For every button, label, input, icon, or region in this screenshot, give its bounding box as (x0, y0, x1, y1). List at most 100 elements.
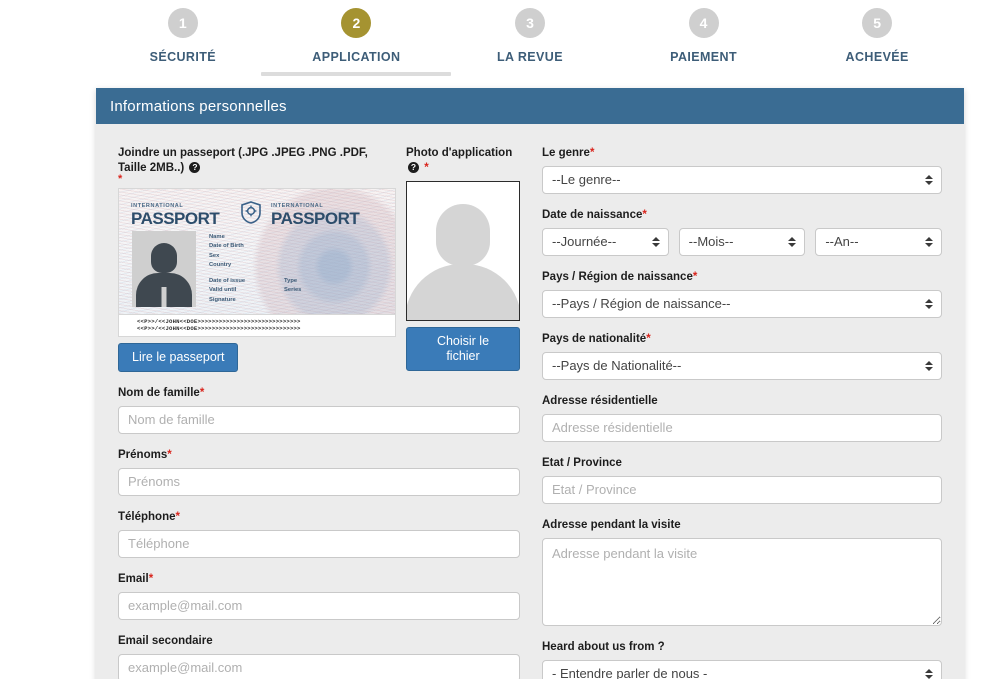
telephone-input[interactable] (118, 529, 520, 558)
step-application[interactable]: 2 APPLICATION (261, 0, 452, 88)
year-select-wrap: --An-- (815, 227, 943, 256)
label-text: Adresse résidentielle (542, 394, 658, 407)
field-adresse-residentielle: Adresse résidentielle (542, 394, 942, 442)
field-email-secondaire: Email secondaire (118, 634, 520, 679)
passport-field-labels-primary: Name Date of Birth Sex Country (209, 233, 244, 271)
progress-stepper: 1 SÉCURITÉ 2 APPLICATION 3 LA REVUE 4 PA… (96, 0, 964, 88)
step-label: ACHEVÉE (845, 50, 909, 64)
le-genre-select[interactable]: --Le genre-- (542, 165, 942, 194)
step-number-circle: 1 (167, 8, 198, 38)
etat-province-input[interactable] (542, 475, 942, 504)
date-of-birth-selects: --Journée-- --Mois-- --An-- (542, 227, 943, 256)
passport-portrait-placeholder (132, 230, 196, 307)
required-marker: * (589, 147, 595, 159)
label-text: Le genre (542, 147, 590, 159)
label-text: Email secondaire (118, 634, 213, 647)
passport-field-sex: Sex (209, 252, 220, 259)
passport-field-labels-tertiary: Type Series (284, 277, 301, 296)
step-progress-bar (261, 72, 452, 76)
label-pays-region-de-naissance: Pays / Région de naissance* (542, 270, 942, 285)
birth-month-select[interactable]: --Mois-- (678, 227, 806, 256)
passport-sup-left: INTERNATIONAL (131, 202, 184, 209)
required-marker: * (646, 332, 651, 345)
passport-title-right: INTERNATIONAL PASSPORT (271, 203, 360, 228)
email-input[interactable] (118, 591, 520, 620)
heard-about-select-wrap: - Entendre parler de nous - (542, 659, 942, 679)
label-adresse-residentielle: Adresse résidentielle (542, 394, 942, 409)
prenoms-input[interactable] (118, 467, 520, 496)
step-label: SÉCURITÉ (149, 50, 216, 64)
passport-required-marker: * (118, 172, 123, 185)
pays-nationalite-select[interactable]: --Pays de Nationalité-- (542, 351, 942, 380)
portrait-head-shape (151, 242, 177, 273)
adresse-residentielle-input[interactable] (542, 413, 942, 442)
application-form-page: 1 SÉCURITÉ 2 APPLICATION 3 LA REVUE 4 PA… (0, 0, 1000, 679)
field-date-de-naissance: Date de naissance* --Journée-- --Mois-- … (542, 208, 943, 256)
field-pays-de-nationalite: Pays de nationalité* --Pays de Nationali… (542, 332, 942, 380)
choose-file-button[interactable]: Choisir le fichier (406, 326, 520, 371)
question-mark-icon[interactable]: ? (408, 161, 419, 173)
read-passport-button[interactable]: Lire le passeport (118, 342, 239, 372)
label-text: Pays / Région de naissance (542, 270, 693, 283)
step-label: APPLICATION (312, 50, 401, 64)
required-marker: * (642, 208, 647, 221)
passport-field-series: Series (284, 287, 302, 294)
person-silhouette-icon (436, 203, 490, 266)
birth-day-select[interactable]: --Journée-- (542, 227, 669, 256)
step-number-circle: 2 (341, 8, 372, 38)
email-secondaire-input[interactable] (118, 653, 520, 679)
label-telephone: Téléphone* (118, 510, 520, 525)
passport-preview-image[interactable]: INTERNATIONAL PASSPORT INTERNATIONAL PAS… (118, 187, 396, 315)
panel-body: Joindre un passeport (.JPG .JPEG .PNG .P… (96, 124, 964, 679)
step-la-revue[interactable]: 3 LA REVUE (443, 0, 617, 88)
field-telephone: Téléphone* (118, 510, 520, 558)
heard-about-select[interactable]: - Entendre parler de nous - (542, 659, 942, 679)
passport-word-right: PASSPORT (271, 208, 360, 228)
mrz-line-1: <<P>>/<<JOHN<<DOE>>>>>>>>>>>>>>>>>>>>>>>… (137, 317, 301, 325)
application-photo-required-marker: * (424, 161, 429, 174)
passport-field-signature: Signature (209, 296, 236, 303)
label-text: Téléphone (118, 510, 176, 523)
pays-naissance-select[interactable]: --Pays / Région de naissance-- (542, 289, 942, 318)
field-pays-region-de-naissance: Pays / Région de naissance* --Pays / Rég… (542, 270, 942, 318)
step-securite[interactable]: 1 SÉCURITÉ (96, 0, 270, 88)
required-marker: * (148, 572, 154, 585)
label-date-de-naissance: Date de naissance* (542, 208, 942, 223)
panel-header: Informations personnelles (96, 88, 964, 124)
required-marker: * (175, 510, 180, 523)
label-text: Prénoms (118, 448, 168, 461)
step-number-circle: 4 (688, 8, 719, 38)
required-marker: * (167, 448, 172, 461)
step-achevee[interactable]: 5 ACHEVÉE (790, 0, 964, 88)
passport-field-labels-secondary: Date of issue Valid until Signature (209, 277, 245, 306)
step-label: PAIEMENT (670, 50, 738, 64)
birth-year-select[interactable]: --An-- (815, 227, 943, 256)
required-marker: * (692, 270, 698, 283)
application-photo-preview[interactable] (406, 180, 520, 321)
step-number-circle: 5 (862, 8, 893, 38)
month-select-wrap: --Mois-- (678, 227, 806, 256)
application-photo-label: Photo d'application ? * (406, 146, 520, 176)
step-label: LA REVUE (497, 50, 563, 64)
step-paiement[interactable]: 4 PAIEMENT (617, 0, 791, 88)
question-mark-icon[interactable]: ? (189, 161, 201, 173)
adresse-pendant-la-visite-textarea[interactable] (542, 537, 942, 626)
passport-word-left: PASSPORT (131, 208, 220, 228)
pays-naissance-select-wrap: --Pays / Région de naissance-- (542, 289, 942, 318)
application-photo-label-text: Photo d'application (406, 147, 513, 159)
label-email: Email* (118, 572, 520, 587)
passport-field-date-of-issue: Date of issue (209, 277, 246, 284)
application-photo-group: Photo d'application ? * Choisir le fichi… (406, 146, 520, 372)
passport-field-dob: Date of Birth (209, 243, 244, 250)
passport-field-type: Type (284, 277, 298, 284)
field-etat-province: Etat / Province (542, 456, 942, 504)
portrait-collar-shape (161, 286, 167, 307)
panel-title: Informations personnelles (110, 97, 287, 115)
field-heard-about-us: Heard about us from ? - Entendre parler … (542, 640, 942, 679)
label-le-genre: Le genre* (542, 146, 942, 161)
passport-field-valid-until: Valid until (209, 287, 237, 294)
label-text: Date de naissance (542, 208, 643, 221)
passport-upload-label: Joindre un passeport (.JPG .JPEG .PNG .P… (118, 146, 396, 185)
nom-de-famille-input[interactable] (118, 405, 520, 434)
passport-title-left: INTERNATIONAL PASSPORT (131, 202, 220, 228)
